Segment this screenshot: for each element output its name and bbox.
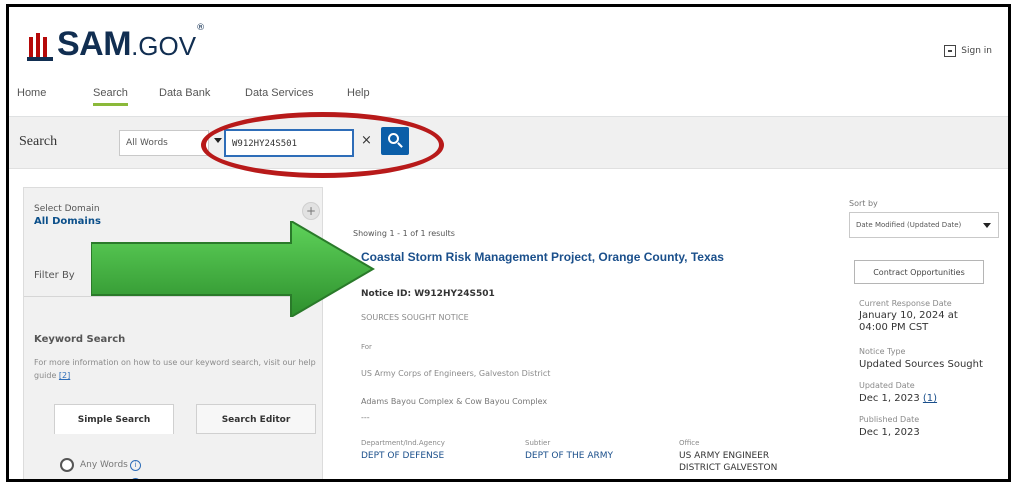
- chevron-down-icon[interactable]: [983, 223, 991, 228]
- all-words-radio[interactable]: [60, 480, 74, 482]
- search-label: Search: [19, 134, 58, 149]
- keyword-help-text: For more information on how to use our k…: [34, 356, 319, 382]
- keyword-help-body: For more information on how to use our k…: [34, 358, 316, 380]
- search-scope-select[interactable]: All Words: [119, 130, 209, 156]
- response-date-line-2: 04:00 PM CST: [859, 322, 929, 333]
- notice-id: Notice ID: W912HY24S501: [361, 289, 495, 299]
- published-date-value: Dec 1, 2023: [859, 427, 920, 438]
- for-label: For: [361, 343, 372, 351]
- any-words-label: Any Words: [80, 460, 128, 470]
- select-domain-label: Select Domain: [34, 204, 100, 214]
- description-ellipsis: ---: [361, 413, 370, 422]
- office-value-line-1: US ARMY ENGINEER: [679, 451, 770, 461]
- filter-by-label[interactable]: Filter By: [34, 270, 75, 281]
- updated-date-label: Updated Date: [859, 381, 915, 390]
- nav-help[interactable]: Help: [347, 87, 370, 99]
- department-label: Department/Ind.Agency: [361, 439, 445, 447]
- nav-search[interactable]: Search: [93, 87, 128, 106]
- tab-simple-search[interactable]: Simple Search: [54, 404, 174, 434]
- response-date-label: Current Response Date: [859, 299, 952, 308]
- agency-line: US Army Corps of Engineers, Galveston Di…: [361, 369, 551, 378]
- sign-in-link[interactable]: Sign in: [944, 45, 992, 57]
- published-date-label: Published Date: [859, 415, 920, 424]
- nav-data-bank[interactable]: Data Bank: [159, 87, 210, 99]
- green-arrow-annotation: [91, 221, 375, 317]
- result-title-link[interactable]: Coastal Storm Risk Management Project, O…: [361, 250, 724, 264]
- site-header: SAM .GOV ® Sign in: [9, 7, 1008, 79]
- department-value: DEPT OF DEFENSE: [361, 451, 445, 461]
- info-icon[interactable]: i: [130, 460, 141, 471]
- subtier-label: Subtier: [525, 439, 551, 447]
- response-date-line-1: January 10, 2024 at: [859, 310, 958, 321]
- notice-type: SOURCES SOUGHT NOTICE: [361, 313, 469, 322]
- search-bar: Search All Words W912HY24S501 ×: [9, 117, 1008, 169]
- expand-domain-icon[interactable]: +: [302, 202, 320, 220]
- nav-data-services[interactable]: Data Services: [245, 87, 313, 99]
- updated-history-link[interactable]: (1): [923, 393, 937, 404]
- logo-text: SAM: [57, 25, 132, 63]
- notice-type-label: Notice Type: [859, 347, 906, 356]
- logo-registered-mark: ®: [196, 23, 206, 33]
- help-guide-link[interactable]: [2]: [59, 371, 70, 380]
- office-value-line-2: DISTRICT GALVESTON: [679, 463, 778, 473]
- updated-date-value: Dec 1, 2023 (1): [859, 393, 937, 405]
- complex-line: Adams Bayou Complex & Cow Bayou Complex: [361, 397, 548, 406]
- screenshot-frame: SAM .GOV ® Sign in Home Search Data Bank…: [6, 4, 1011, 482]
- keyword-search-title: Keyword Search: [34, 334, 126, 345]
- nav-home[interactable]: Home: [17, 87, 46, 99]
- sort-select[interactable]: Date Modified (Updated Date): [849, 212, 999, 238]
- sign-in-icon: [944, 45, 957, 57]
- info-icon[interactable]: i: [130, 478, 141, 479]
- notice-type-value: Updated Sources Sought: [859, 359, 983, 370]
- tab-search-editor[interactable]: Search Editor: [196, 404, 316, 434]
- main-nav: Home Search Data Bank Data Services Help: [9, 79, 1008, 117]
- office-label: Office: [679, 439, 700, 447]
- sign-in-label: Sign in: [961, 46, 992, 56]
- subtier-value: DEPT OF THE ARMY: [525, 451, 614, 461]
- any-words-radio[interactable]: [60, 458, 74, 472]
- capitol-icon: [27, 31, 53, 61]
- updated-date-text: Dec 1, 2023: [859, 393, 920, 404]
- sort-by-label: Sort by: [849, 199, 878, 208]
- sam-logo[interactable]: SAM .GOV ®: [27, 21, 205, 61]
- logo-gov-text: .GOV: [131, 31, 197, 61]
- highlight-oval-annotation: [201, 112, 444, 178]
- contract-opportunities-button[interactable]: Contract Opportunities: [854, 260, 984, 284]
